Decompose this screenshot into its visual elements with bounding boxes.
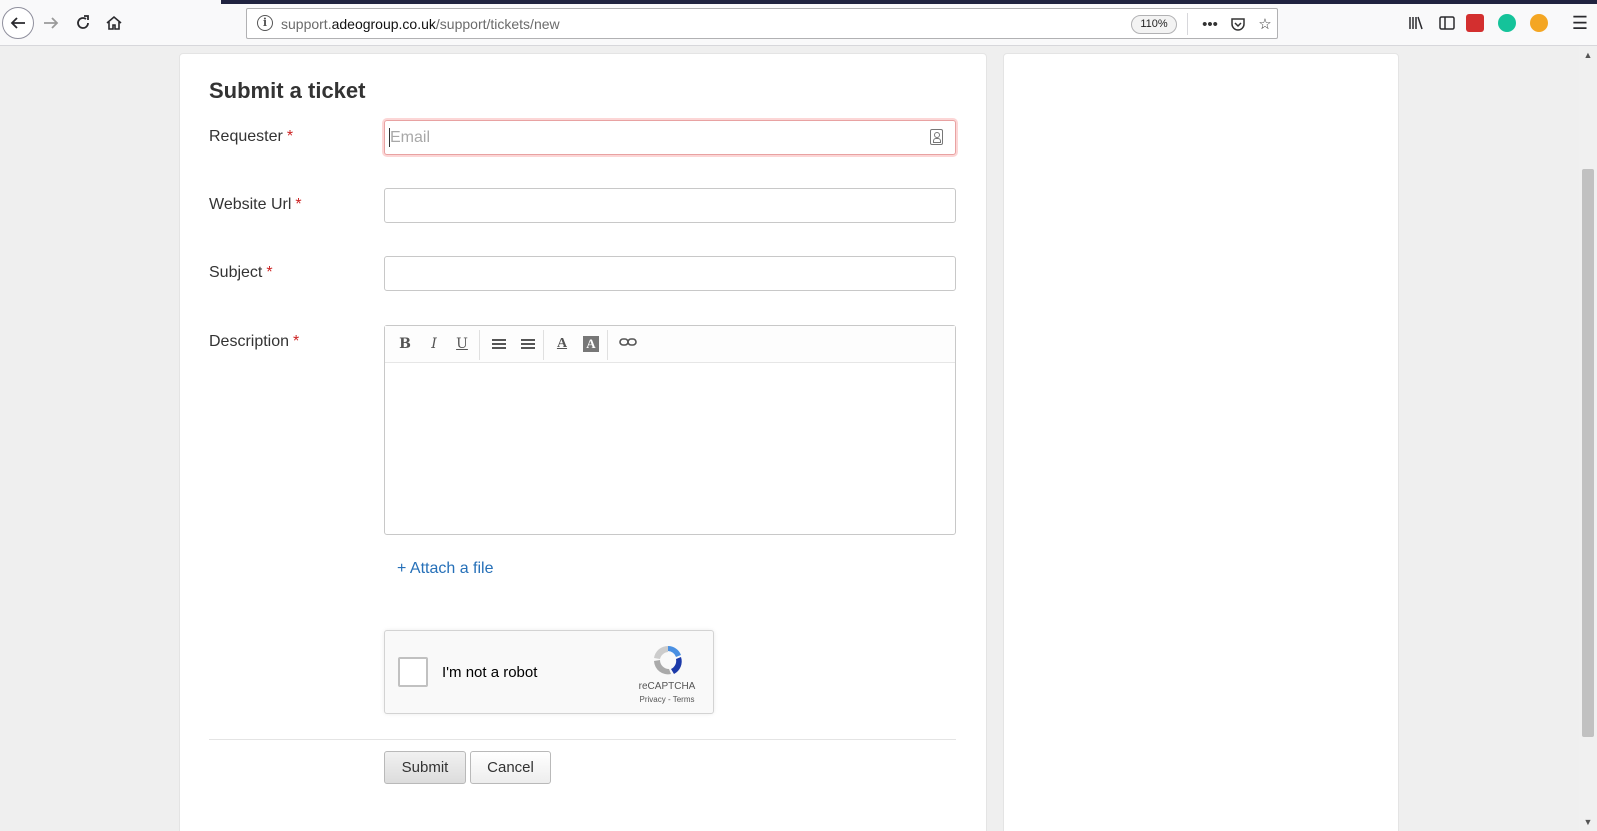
- captcha-checkbox[interactable]: [398, 657, 428, 687]
- toolbar-separator: [479, 330, 480, 360]
- italic-button[interactable]: I: [422, 332, 446, 356]
- recaptcha-privacy-terms-links[interactable]: Privacy - Terms: [632, 695, 702, 704]
- editor-toolbar: B I U A A: [385, 326, 955, 363]
- sidebar-card: [1003, 53, 1399, 831]
- back-button[interactable]: [2, 7, 34, 39]
- link-icon: [619, 338, 637, 346]
- scroll-down-arrow-icon[interactable]: ▼: [1583, 817, 1593, 827]
- recaptcha-brand-text: reCAPTCHA: [638, 681, 696, 692]
- bulleted-list-icon: [492, 339, 506, 349]
- recaptcha-widget: I'm not a robot reCAPTCHA Privacy - Term…: [384, 630, 714, 714]
- contact-card-icon[interactable]: [930, 129, 943, 145]
- underline-button[interactable]: U: [450, 332, 474, 356]
- required-asterisk: *: [295, 196, 302, 213]
- forward-arrow-icon: [44, 17, 59, 29]
- reload-button[interactable]: [69, 9, 97, 37]
- toolbar-separator: [543, 330, 544, 360]
- page-scrollbar[interactable]: ▲ ▼: [1579, 46, 1597, 831]
- subject-label: Subject *: [209, 264, 273, 281]
- numbered-list-icon: [521, 339, 535, 349]
- background-color-icon: A: [583, 336, 599, 352]
- browser-toolbar: i support.adeogroup.co.uk/support/ticket…: [0, 0, 1597, 46]
- page-title: Submit a ticket: [209, 78, 366, 103]
- website-url-input[interactable]: [384, 188, 956, 223]
- star-icon[interactable]: ☆: [1254, 13, 1276, 35]
- url-text[interactable]: support.adeogroup.co.uk/support/tickets/…: [281, 16, 560, 32]
- required-asterisk: *: [286, 128, 294, 145]
- background-color-button[interactable]: A: [579, 332, 603, 356]
- insert-link-button[interactable]: [616, 332, 640, 356]
- site-info-icon[interactable]: i: [257, 15, 273, 31]
- pocket-icon[interactable]: [1227, 13, 1249, 35]
- requester-label: Requester *: [209, 128, 294, 145]
- hamburger-menu-icon[interactable]: ☰: [1566, 9, 1594, 37]
- subject-input[interactable]: [384, 256, 956, 291]
- scroll-up-arrow-icon[interactable]: ▲: [1583, 50, 1593, 60]
- reload-icon: [77, 15, 89, 29]
- attach-file-link[interactable]: + Attach a file: [397, 560, 494, 578]
- home-icon: [106, 15, 122, 30]
- sidebar-icon[interactable]: [1433, 9, 1461, 37]
- library-icon[interactable]: [1402, 9, 1430, 37]
- bulleted-list-button[interactable]: [487, 332, 511, 356]
- recaptcha-logo-icon: [654, 645, 682, 675]
- numbered-list-button[interactable]: [516, 332, 540, 356]
- zoom-level-badge[interactable]: 110%: [1131, 15, 1177, 34]
- requester-email-input[interactable]: Email: [384, 120, 956, 155]
- required-asterisk: *: [293, 333, 300, 350]
- required-asterisk: *: [266, 264, 273, 281]
- bold-button[interactable]: B: [393, 332, 417, 356]
- website-url-label: Website Url *: [209, 196, 302, 213]
- url-bar[interactable]: i support.adeogroup.co.uk/support/ticket…: [246, 8, 1278, 39]
- more-options-icon[interactable]: •••: [1199, 13, 1221, 35]
- home-button[interactable]: [100, 9, 128, 37]
- cancel-button[interactable]: Cancel: [470, 751, 551, 784]
- scrollbar-thumb[interactable]: [1582, 169, 1594, 737]
- font-color-button[interactable]: A: [550, 332, 574, 356]
- submit-button[interactable]: Submit: [384, 751, 466, 784]
- description-label: Description *: [209, 333, 300, 350]
- url-separator: [1187, 13, 1188, 35]
- captcha-label: I'm not a robot: [442, 664, 538, 681]
- honey-extension-icon[interactable]: [1530, 14, 1548, 32]
- lastpass-extension-icon[interactable]: [1466, 14, 1484, 32]
- window-top-bar: [221, 0, 1597, 4]
- grammarly-extension-icon[interactable]: [1498, 14, 1516, 32]
- toolbar-separator: [607, 330, 608, 360]
- description-editor[interactable]: B I U A A: [384, 325, 956, 535]
- form-divider: [209, 739, 956, 740]
- forward-button[interactable]: [37, 9, 65, 37]
- email-placeholder: Email: [390, 129, 431, 146]
- back-arrow-icon: [10, 17, 25, 29]
